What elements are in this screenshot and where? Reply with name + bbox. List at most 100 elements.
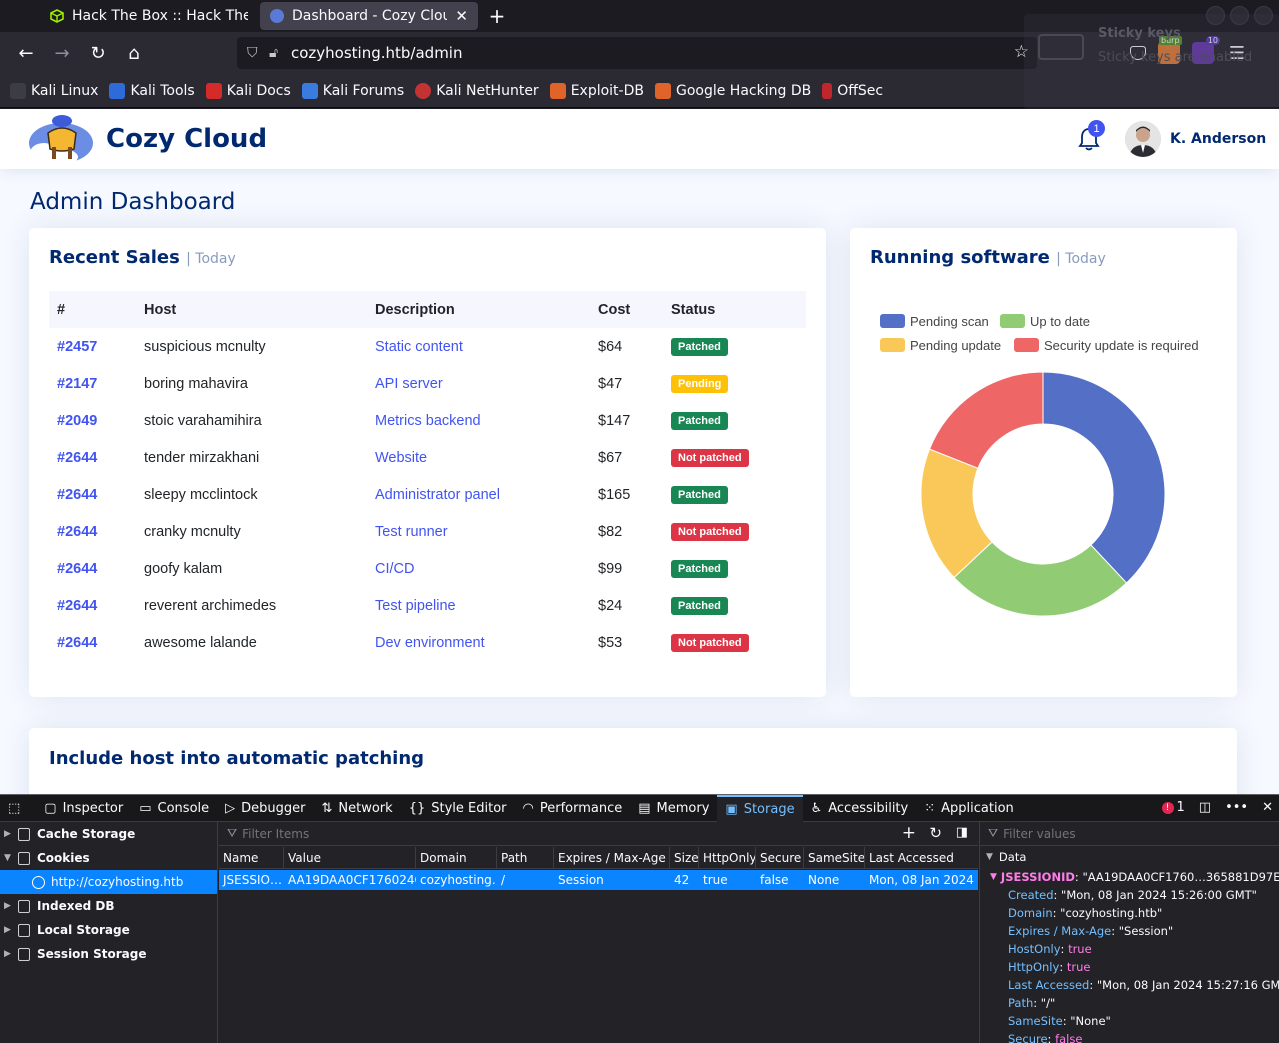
user-name[interactable]: K. Anderson bbox=[1170, 131, 1266, 147]
bookmark-kali-forums[interactable]: Kali Forums bbox=[301, 82, 404, 99]
tree-item-indexed-db[interactable]: ▶ Indexed DB bbox=[0, 894, 217, 918]
row-description[interactable]: Dev environment bbox=[367, 624, 590, 661]
collapse-arrow-icon[interactable]: ▼ bbox=[986, 852, 993, 862]
legend-label[interactable]: Security update is required bbox=[1044, 338, 1199, 353]
donut-slice-pending-scan[interactable] bbox=[1042, 371, 1166, 584]
legend-swatch[interactable] bbox=[1014, 338, 1039, 352]
burp-extension-icon[interactable]: burp bbox=[1158, 36, 1182, 64]
tab-dashboard[interactable]: Dashboard - Cozy Cloud ✕ bbox=[260, 2, 478, 30]
bookmark-kali-nethunter[interactable]: Kali NetHunter bbox=[415, 82, 539, 99]
tab-accessibility[interactable]: ♿︎ Accessibility bbox=[803, 795, 917, 822]
url-bar[interactable]: ⛉ 🔓︎ cozyhosting.htb/admin ☆ bbox=[237, 37, 1037, 69]
row-description[interactable]: Metrics backend bbox=[367, 402, 590, 439]
row-id[interactable]: #2644 bbox=[49, 624, 136, 661]
legend-label[interactable]: Pending scan bbox=[910, 314, 989, 329]
filter-items-input[interactable] bbox=[242, 826, 743, 841]
tree-item-cozyhosting-cookies[interactable]: http://cozyhosting.htb bbox=[0, 870, 217, 894]
col-expires[interactable]: Expires / Max-Age bbox=[554, 846, 670, 869]
close-devtools-icon[interactable]: ✕ bbox=[1262, 800, 1273, 815]
tab-hackthebox[interactable]: Hack The Box :: Hack The bbox=[40, 0, 258, 32]
close-window-button[interactable] bbox=[1254, 6, 1273, 25]
data-root-row[interactable]: ▼JSESSIONID: "AA19DAA0CF1760…365881D97EA… bbox=[980, 868, 1279, 886]
sidebar-toggle-icon[interactable]: ◨ bbox=[956, 825, 968, 840]
element-picker-button[interactable]: ⬚ bbox=[0, 795, 36, 822]
row-id[interactable]: #2457 bbox=[49, 328, 136, 365]
more-options-icon[interactable]: ••• bbox=[1225, 800, 1248, 815]
pocket-icon[interactable] bbox=[1130, 46, 1146, 60]
col-domain[interactable]: Domain bbox=[416, 846, 497, 869]
data-row[interactable]: HttpOnly: true bbox=[980, 958, 1279, 976]
bookmark-kali-linux[interactable]: Kali Linux bbox=[10, 82, 98, 99]
tab-storage[interactable]: ▣ Storage bbox=[717, 794, 803, 822]
bookmark-star-icon[interactable]: ☆ bbox=[1014, 42, 1029, 62]
url-text[interactable]: cozyhosting.htb/admin bbox=[291, 44, 462, 62]
col-secure[interactable]: Secure bbox=[756, 846, 804, 869]
expand-arrow-icon[interactable]: ▶ bbox=[4, 829, 18, 839]
legend-swatch[interactable] bbox=[1000, 314, 1025, 328]
row-id[interactable]: #2644 bbox=[49, 513, 136, 550]
data-row[interactable]: Expires / Max-Age: "Session" bbox=[980, 922, 1279, 940]
bookmark-offsec[interactable]: OffSec bbox=[822, 82, 883, 99]
tree-item-local-storage[interactable]: ▶ Local Storage bbox=[0, 918, 217, 942]
tab-debugger[interactable]: ▷ Debugger bbox=[217, 795, 313, 822]
shield-icon[interactable]: ⛉ bbox=[247, 45, 269, 61]
legend-swatch[interactable] bbox=[880, 338, 905, 352]
tab-style-editor[interactable]: {} Style Editor bbox=[401, 795, 515, 822]
row-description[interactable]: Test pipeline bbox=[367, 587, 590, 624]
row-description[interactable]: Static content bbox=[367, 328, 590, 365]
tab-performance[interactable]: ◠ Performance bbox=[515, 795, 631, 822]
tab-console[interactable]: ▭ Console bbox=[131, 795, 217, 822]
row-id[interactable]: #2049 bbox=[49, 402, 136, 439]
row-id[interactable]: #2644 bbox=[49, 550, 136, 587]
data-row[interactable]: Created: "Mon, 08 Jan 2024 15:26:00 GMT" bbox=[980, 886, 1279, 904]
lock-icon[interactable]: 🔓︎ bbox=[269, 45, 291, 61]
collapse-arrow-icon[interactable]: ▼ bbox=[990, 872, 997, 882]
tree-item-session-storage[interactable]: ▶ Session Storage bbox=[0, 942, 217, 966]
extension-icon[interactable]: 10 bbox=[1192, 36, 1220, 64]
collapse-arrow-icon[interactable]: ▼ bbox=[4, 853, 18, 863]
legend-swatch[interactable] bbox=[880, 314, 905, 328]
row-id[interactable]: #2644 bbox=[49, 587, 136, 624]
col-samesite[interactable]: SameSite bbox=[804, 846, 865, 869]
row-id[interactable]: #2147 bbox=[49, 365, 136, 402]
maximize-button[interactable] bbox=[1230, 6, 1249, 25]
refresh-icon[interactable]: ↻ bbox=[929, 824, 942, 842]
menu-icon[interactable]: ☰ bbox=[1226, 42, 1248, 64]
bookmark-google-hacking-db[interactable]: Google Hacking DB bbox=[654, 82, 811, 99]
dock-side-icon[interactable]: ◫ bbox=[1199, 800, 1211, 815]
data-row[interactable]: Path: "/" bbox=[980, 994, 1279, 1012]
row-id[interactable]: #2644 bbox=[49, 476, 136, 513]
row-description[interactable]: Website bbox=[367, 439, 590, 476]
data-row[interactable]: Domain: "cozyhosting.htb" bbox=[980, 904, 1279, 922]
tab-memory[interactable]: ▤ Memory bbox=[630, 795, 717, 822]
col-path[interactable]: Path bbox=[497, 846, 554, 869]
close-tab-icon[interactable]: ✕ bbox=[455, 7, 468, 25]
avatar[interactable] bbox=[1125, 121, 1161, 157]
col-name[interactable]: Name bbox=[219, 846, 284, 869]
reload-button[interactable]: ↻ bbox=[82, 37, 114, 69]
bookmark-exploit-db[interactable]: Exploit-DB bbox=[549, 82, 644, 99]
data-section-header[interactable]: ▼ Data bbox=[980, 846, 1279, 868]
tab-application[interactable]: ⁙ Application bbox=[916, 795, 1022, 822]
data-row[interactable]: HostOnly: true bbox=[980, 940, 1279, 958]
add-item-icon[interactable]: + bbox=[902, 823, 916, 843]
cookie-row[interactable]: JSESSIO… AA19DAA0CF176024C… cozyhosting…… bbox=[219, 870, 978, 890]
col-httponly[interactable]: HttpOnly bbox=[699, 846, 756, 869]
data-row[interactable]: Secure: false bbox=[980, 1030, 1279, 1043]
expand-arrow-icon[interactable]: ▶ bbox=[4, 949, 18, 959]
row-description[interactable]: CI/CD bbox=[367, 550, 590, 587]
data-row[interactable]: Last Accessed: "Mon, 08 Jan 2024 15:27:1… bbox=[980, 976, 1279, 994]
forward-button[interactable]: → bbox=[46, 37, 78, 69]
bookmark-kali-docs[interactable]: Kali Docs bbox=[205, 82, 291, 99]
row-description[interactable]: Test runner bbox=[367, 513, 590, 550]
home-button[interactable]: ⌂ bbox=[118, 37, 150, 69]
tree-item-cookies[interactable]: ▼ Cookies bbox=[0, 846, 217, 870]
col-size[interactable]: Size bbox=[670, 846, 699, 869]
row-id[interactable]: #2644 bbox=[49, 439, 136, 476]
tab-inspector[interactable]: ▢ Inspector bbox=[36, 795, 131, 822]
error-counter[interactable]: ! 1 bbox=[1161, 800, 1185, 815]
back-button[interactable]: ← bbox=[10, 37, 42, 69]
col-value[interactable]: Value bbox=[284, 846, 416, 869]
brand-name[interactable]: Cozy Cloud bbox=[106, 124, 267, 154]
bookmark-kali-tools[interactable]: Kali Tools bbox=[109, 82, 195, 99]
